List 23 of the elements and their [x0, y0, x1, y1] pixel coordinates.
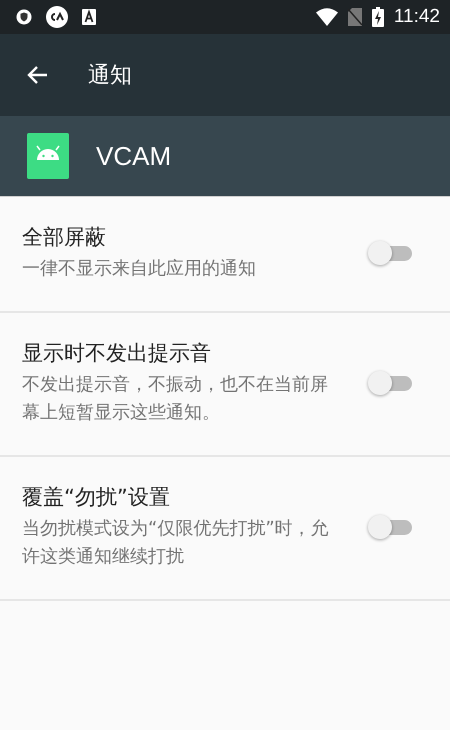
shield-icon [16, 9, 32, 25]
battery-charging-icon [372, 7, 384, 27]
setting-row[interactable]: 覆盖“勿扰”设置 当勿扰模式设为“仅限优先打扰”时，允许这类通知继续打扰 [0, 457, 450, 601]
setting-title: 全部屏蔽 [22, 224, 107, 251]
app-logo-icon [46, 6, 68, 28]
toggle-switch[interactable] [368, 512, 414, 542]
toggle-switch[interactable] [368, 368, 414, 398]
setting-summary: 一律不显示来自此应用的通知 [22, 257, 257, 281]
setting-title: 覆盖“勿扰”设置 [22, 484, 171, 511]
setting-title: 显示时不发出提示音 [22, 340, 212, 367]
back-arrow-icon [26, 65, 48, 85]
app-name: VCAM [96, 140, 172, 172]
setting-summary: 当勿扰模式设为“仅限优先打扰”时，允许这类通知继续打扰 [22, 517, 330, 569]
android-app-icon [27, 133, 69, 179]
toggle-switch[interactable] [368, 238, 414, 268]
no-sim-icon [348, 8, 362, 26]
clock: 11:42 [394, 6, 440, 28]
setting-row[interactable]: 全部屏蔽 一律不显示来自此应用的通知 [0, 197, 450, 313]
wifi-icon [316, 8, 338, 26]
toolbar-title: 通知 [88, 62, 132, 90]
font-icon [82, 9, 96, 25]
setting-row[interactable]: 显示时不发出提示音 不发出提示音，不振动，也不在当前屏幕上短暂显示这些通知。 [0, 313, 450, 457]
setting-summary: 不发出提示音，不振动，也不在当前屏幕上短暂显示这些通知。 [22, 373, 329, 425]
